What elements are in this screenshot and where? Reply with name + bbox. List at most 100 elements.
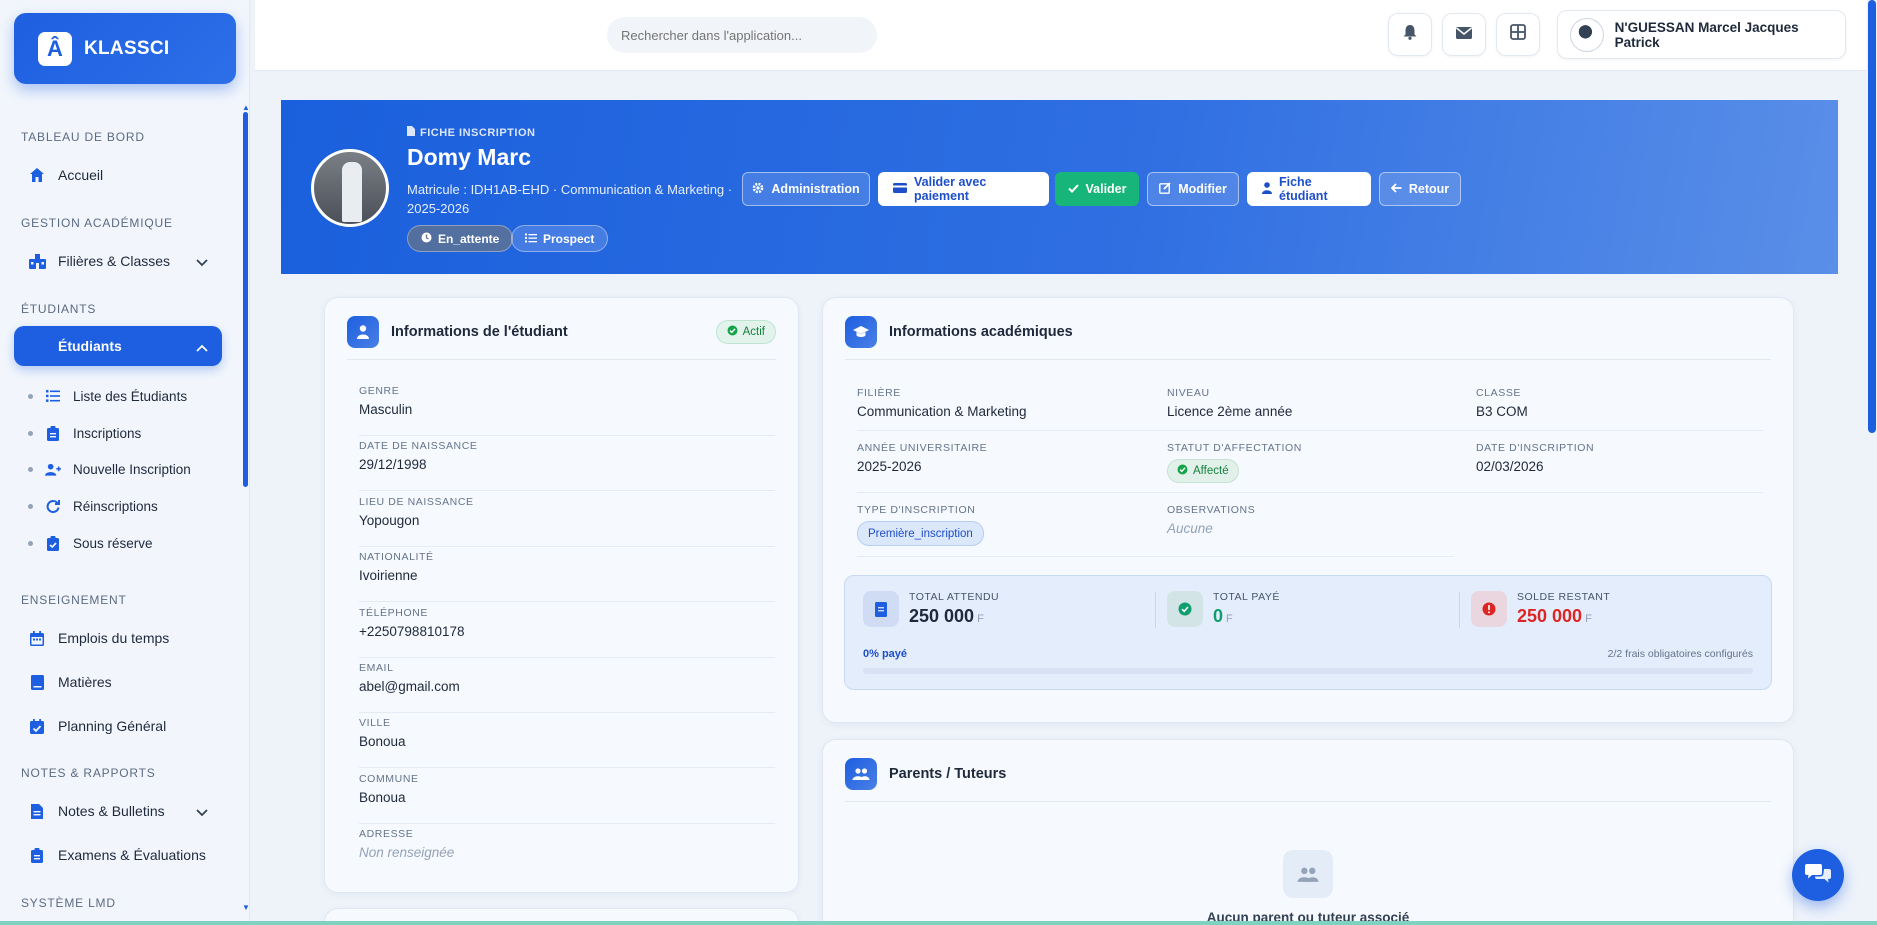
sidebar-subitem-nouvelle[interactable]: Nouvelle Inscription bbox=[28, 454, 191, 484]
sidebar-item-filieres[interactable]: Filières & Classes bbox=[14, 241, 222, 281]
administration-button[interactable]: Administration bbox=[742, 172, 870, 206]
valider-paiement-button[interactable]: Valider avec paiement bbox=[878, 172, 1049, 206]
scroll-up-arrow-icon[interactable]: ▲ bbox=[242, 103, 249, 112]
brand[interactable]: Â KLASSCI bbox=[14, 13, 236, 84]
section-title-dashboard: TABLEAU DE BORD bbox=[21, 130, 145, 144]
avatar bbox=[1570, 17, 1604, 52]
fin-label: TOTAL PAYÉ bbox=[1213, 591, 1280, 603]
check-circle-icon bbox=[1177, 464, 1188, 478]
search-input[interactable] bbox=[607, 17, 877, 53]
fin-label: TOTAL ATTENDU bbox=[909, 591, 1000, 603]
sidebar-item-label: Notes & Bulletins bbox=[58, 803, 165, 819]
sidebar-subitem-label: Réinscriptions bbox=[73, 498, 158, 514]
chat-button[interactable] bbox=[1792, 849, 1844, 901]
field-label: EMAIL bbox=[359, 662, 394, 674]
academic-info-card: Informations académiques FILIÈRE Communi… bbox=[822, 297, 1794, 723]
file-icon bbox=[28, 802, 46, 820]
check-circle-icon bbox=[727, 325, 738, 339]
field-value: Communication & Marketing bbox=[857, 404, 1027, 419]
scroll-down-arrow-icon[interactable]: ▼ bbox=[242, 903, 249, 912]
field-adresse: ADRESSE Non renseignée bbox=[359, 828, 775, 879]
divider bbox=[857, 430, 1763, 431]
sidebar-subitem-label: Sous réserve bbox=[73, 535, 153, 551]
grid-icon bbox=[1510, 24, 1526, 45]
check-icon bbox=[1067, 182, 1079, 196]
sidebar-item-etudiants[interactable]: Étudiants bbox=[14, 326, 222, 366]
user-plus-icon bbox=[45, 461, 61, 477]
sidebar-item-examens[interactable]: Examens & Évaluations bbox=[14, 835, 222, 875]
section-title-notes: NOTES & RAPPORTS bbox=[21, 766, 156, 780]
arrow-left-icon bbox=[1390, 182, 1402, 196]
topbar: N'GUESSAN Marcel Jacques Patrick bbox=[255, 0, 1867, 71]
notifications-button[interactable] bbox=[1388, 13, 1432, 56]
administration-button-label: Administration bbox=[771, 182, 860, 196]
retour-button-label: Retour bbox=[1408, 182, 1450, 196]
sidebar-item-accueil[interactable]: Accueil bbox=[14, 155, 222, 195]
divider bbox=[1155, 592, 1156, 628]
fin-label: SOLDE RESTANT bbox=[1517, 591, 1611, 603]
apps-button[interactable] bbox=[1496, 13, 1540, 56]
unit: F bbox=[1226, 613, 1233, 625]
solde-restant: SOLDE RESTANT 250 000 F bbox=[1471, 591, 1610, 627]
student-name: Domy Marc bbox=[407, 144, 531, 170]
finance-summary: TOTAL ATTENDU 250 000 F TOTAL PAYÉ 0F SOL… bbox=[844, 575, 1772, 690]
bottom-accent-line bbox=[0, 921, 1877, 925]
sidebar-subitem-reinscriptions[interactable]: Réinscriptions bbox=[28, 491, 158, 521]
sidebar-item-planning[interactable]: Planning Général bbox=[14, 706, 222, 746]
clock-icon bbox=[421, 232, 432, 246]
field-label: ADRESSE bbox=[359, 828, 414, 840]
sidebar-item-matieres[interactable]: Matières bbox=[14, 662, 222, 702]
field-type-inscription: TYPE D'INSCRIPTION Première_inscription bbox=[857, 504, 1147, 546]
card-title: Informations de l'étudiant bbox=[391, 324, 568, 340]
fiche-etudiant-button[interactable]: Fiche étudiant bbox=[1247, 172, 1371, 206]
page-scrollbar[interactable] bbox=[1868, 0, 1876, 433]
sidebar-item-notes[interactable]: Notes & Bulletins bbox=[14, 791, 222, 831]
divider bbox=[347, 359, 776, 360]
document-icon bbox=[863, 591, 899, 627]
user-icon bbox=[1262, 181, 1272, 197]
sidebar-item-label: Accueil bbox=[58, 167, 104, 183]
brand-name: KLASSCI bbox=[84, 37, 170, 59]
sidebar-subitem-inscriptions[interactable]: Inscriptions bbox=[28, 418, 141, 448]
type-badge-label: Prospect bbox=[543, 231, 595, 246]
status-badge: Affecté bbox=[1167, 459, 1239, 483]
field-value: 02/03/2026 bbox=[1476, 459, 1544, 474]
bell-icon bbox=[1403, 24, 1417, 45]
home-icon bbox=[28, 166, 46, 184]
field-genre: GENRE Masculin bbox=[359, 385, 775, 436]
percent-paid-label: 0% payé bbox=[863, 648, 908, 660]
type-badge: Première_inscription bbox=[857, 521, 984, 546]
field-value: abel@gmail.com bbox=[359, 679, 460, 694]
sidebar-item-emplois[interactable]: Emplois du temps bbox=[14, 618, 222, 658]
brand-logo-icon: Â bbox=[38, 31, 72, 66]
field-label: OBSERVATIONS bbox=[1167, 504, 1256, 516]
field-label: DATE D'INSCRIPTION bbox=[1476, 442, 1595, 454]
sidebar-subitem-label: Inscriptions bbox=[73, 425, 142, 441]
section-title-lmd: SYSTÈME LMD bbox=[21, 896, 116, 910]
modifier-button[interactable]: Modifier bbox=[1147, 172, 1239, 206]
field-value: B3 COM bbox=[1476, 404, 1528, 419]
chevron-down-icon bbox=[196, 804, 208, 820]
total-attendu: TOTAL ATTENDU 250 000 F bbox=[863, 591, 999, 627]
sidebar-item-label: Filières & Classes bbox=[58, 253, 171, 269]
sidebar-scrollbar[interactable] bbox=[243, 112, 248, 487]
section-title-enseignement: ENSEIGNEMENT bbox=[21, 593, 127, 607]
chat-bubbles-icon bbox=[1805, 862, 1831, 889]
payment-progress-bar bbox=[863, 668, 1753, 674]
field-value: 2025-2026 bbox=[857, 459, 922, 474]
unit: F bbox=[977, 613, 984, 625]
valider-paiement-button-label: Valider avec paiement bbox=[914, 175, 987, 203]
field-label: VILLE bbox=[359, 717, 391, 729]
sidebar-subitem-liste[interactable]: Liste des Étudiants bbox=[28, 381, 187, 411]
retour-button[interactable]: Retour bbox=[1379, 172, 1461, 206]
valider-button[interactable]: Valider bbox=[1055, 172, 1139, 206]
total-paye: TOTAL PAYÉ 0F bbox=[1167, 591, 1280, 627]
messages-button[interactable] bbox=[1442, 13, 1486, 56]
calendar-check-icon bbox=[28, 717, 46, 735]
graduation-cap-icon bbox=[845, 316, 877, 348]
user-menu[interactable]: N'GUESSAN Marcel Jacques Patrick bbox=[1557, 10, 1846, 59]
sidebar-subitem-sous-reserve[interactable]: Sous réserve bbox=[28, 528, 153, 558]
field-value: Licence 2ème année bbox=[1167, 404, 1293, 419]
field-value: Bonoua bbox=[359, 734, 406, 749]
field-statut: STATUT D'AFFECTATION Affecté bbox=[1167, 442, 1457, 483]
